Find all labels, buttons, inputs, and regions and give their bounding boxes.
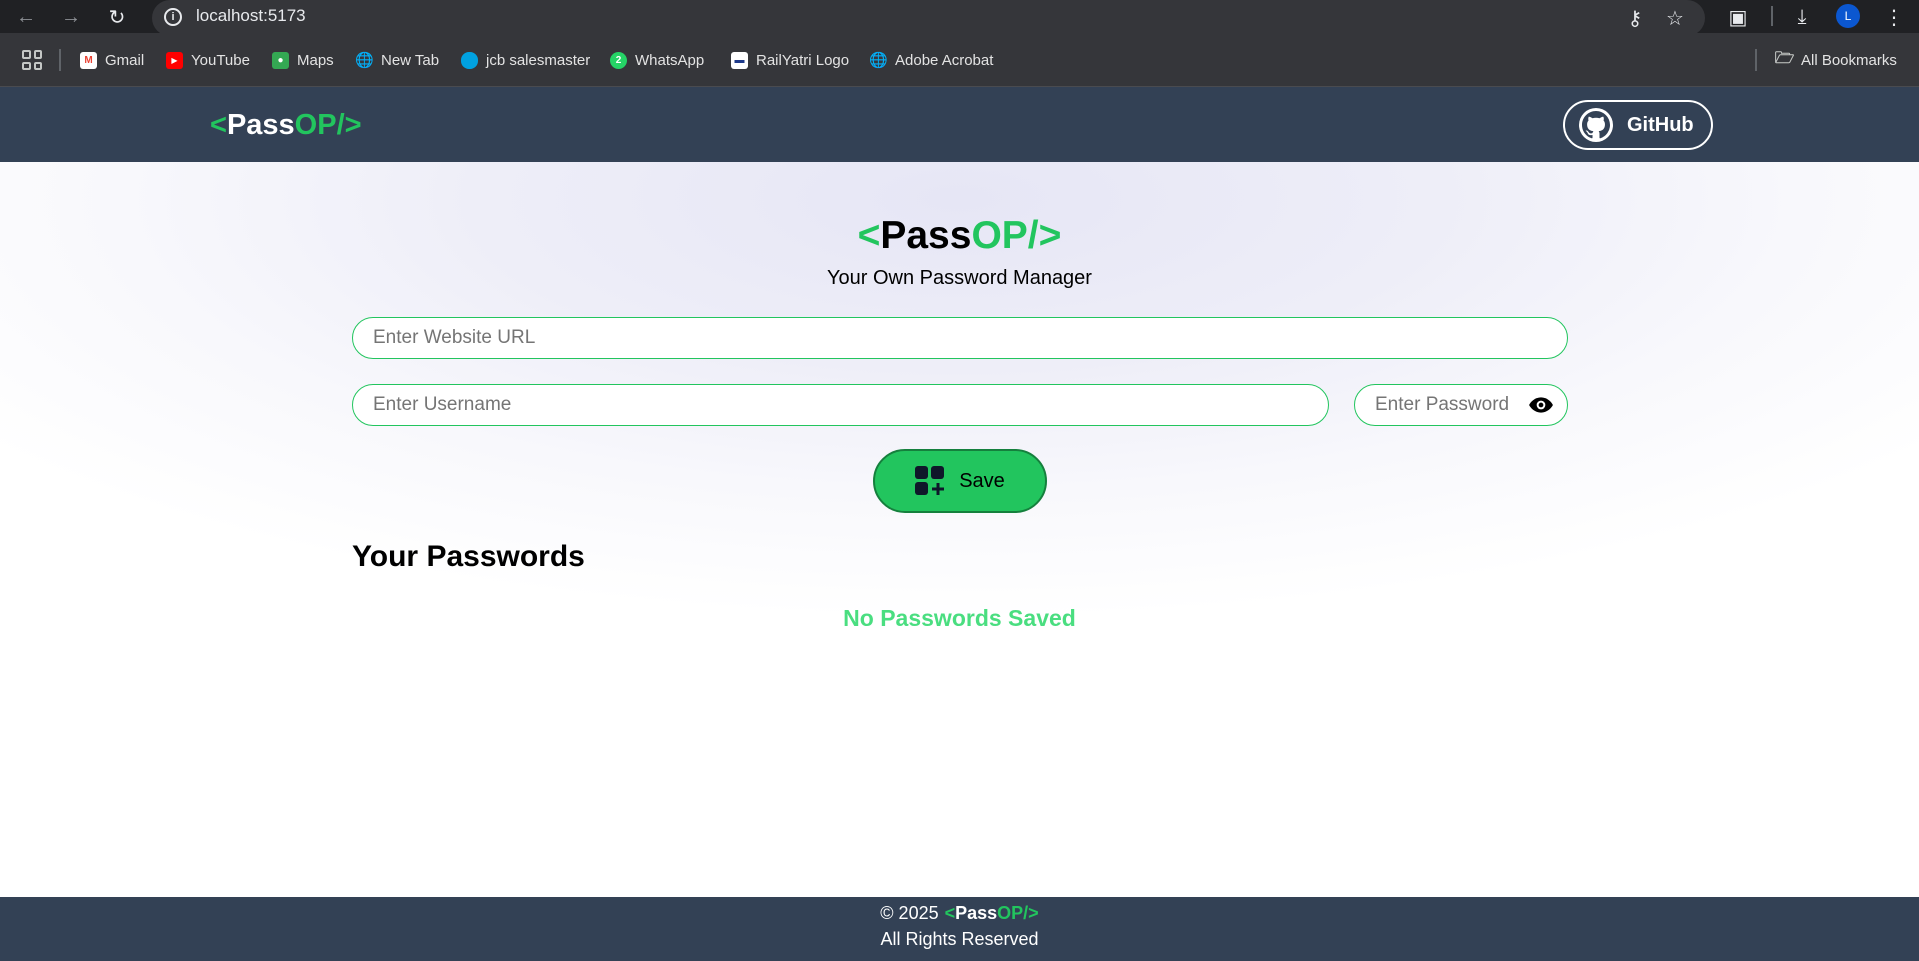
- logo-op: OP/>: [294, 109, 362, 141]
- logo-pass: Pass: [880, 214, 972, 257]
- globe-icon: 🌐: [869, 52, 888, 69]
- all-bookmarks-label: All Bookmarks: [1801, 51, 1897, 69]
- password-key-icon[interactable]: ⚷: [1621, 4, 1649, 32]
- forward-arrow-icon[interactable]: →: [57, 3, 85, 31]
- menu-kebab-icon[interactable]: ⋮: [1880, 3, 1908, 31]
- website-url-input[interactable]: [352, 317, 1568, 359]
- logo-op: OP/>: [997, 903, 1039, 923]
- github-label: GitHub: [1627, 113, 1694, 136]
- extensions-icon[interactable]: ▣: [1724, 3, 1752, 31]
- bookmark-new-tab[interactable]: 🌐 New Tab: [355, 50, 440, 70]
- salesforce-cloud-icon: [461, 51, 478, 69]
- address-bar[interactable]: i localhost:5173 ⚷ ☆: [152, 0, 1705, 36]
- bookmark-label: YouTube: [191, 51, 250, 69]
- save-button[interactable]: Save: [873, 449, 1047, 513]
- logo-bracket: <: [944, 903, 956, 923]
- bookmark-whatsapp[interactable]: 2 WhatsApp: [610, 50, 704, 70]
- logo-bracket: <: [210, 109, 227, 141]
- back-arrow-icon[interactable]: ←: [12, 3, 40, 31]
- bookmark-label: Gmail: [105, 51, 145, 69]
- bookmarks-divider: [59, 49, 61, 71]
- browser-toolbar: ← → ↻ i localhost:5173 ⚷ ☆ ▣ ⤓ L ⋮: [0, 0, 1919, 36]
- footer-logo: <PassOP/>: [945, 903, 1039, 924]
- hero-subtitle: Your Own Password Manager: [827, 267, 1092, 289]
- reload-icon[interactable]: ↻: [103, 3, 131, 31]
- bookmarks-divider: [1755, 49, 1757, 71]
- download-icon[interactable]: ⤓: [1788, 3, 1816, 31]
- bookmark-label: WhatsApp: [635, 51, 705, 69]
- whatsapp-icon: 2: [610, 51, 627, 69]
- toolbar-divider: [1771, 6, 1773, 26]
- globe-icon: 🌐: [355, 52, 374, 69]
- bookmark-label: New Tab: [381, 51, 440, 69]
- footer-copyright: © 2025: [880, 903, 939, 923]
- empty-passwords-message: No Passwords Saved: [843, 605, 1076, 631]
- site-info-icon[interactable]: i: [164, 8, 182, 26]
- bookmark-maps[interactable]: ● Maps: [272, 50, 334, 70]
- app-navbar: <PassOP/> GitHub: [0, 87, 1919, 162]
- bookmark-label: Maps: [297, 51, 334, 69]
- username-input[interactable]: [352, 384, 1329, 426]
- folder-icon: 🗁: [1774, 49, 1795, 67]
- passwords-heading: Your Passwords: [352, 540, 585, 573]
- hero-logo: <PassOP/>: [0, 214, 1919, 258]
- main-content: <PassOP/> Your Own Password Manager Save…: [0, 162, 1919, 897]
- github-button[interactable]: GitHub: [1563, 100, 1713, 150]
- maps-icon: ●: [272, 51, 289, 69]
- bookmark-adobe-acrobat[interactable]: 🌐 Adobe Acrobat: [869, 50, 994, 70]
- profile-avatar[interactable]: L: [1836, 4, 1860, 28]
- logo-pass: Pass: [955, 903, 998, 923]
- bookmark-star-icon[interactable]: ☆: [1661, 4, 1689, 32]
- footer-rights: All Rights Reserved: [880, 929, 1039, 949]
- bookmarks-bar: M Gmail ▶ YouTube ● Maps 🌐 New Tab jcb s…: [0, 33, 1919, 87]
- add-grid-icon: [915, 466, 945, 496]
- bookmark-youtube[interactable]: ▶ YouTube: [166, 50, 250, 70]
- all-bookmarks-folder[interactable]: 🗁 All Bookmarks: [1774, 49, 1897, 70]
- railyatri-icon: ▬: [731, 51, 748, 69]
- apps-grid-icon[interactable]: [22, 50, 42, 70]
- bookmark-label: jcb salesmaster: [486, 51, 591, 69]
- bookmark-railyatri-logo[interactable]: ▬ RailYatri Logo: [731, 50, 849, 70]
- bookmark-label: RailYatri Logo: [756, 51, 850, 69]
- logo-op: OP/>: [971, 214, 1062, 257]
- github-icon: [1579, 108, 1613, 142]
- eye-icon[interactable]: [1528, 395, 1554, 415]
- bookmark-jcb-salesmaster[interactable]: jcb salesmaster: [461, 50, 590, 70]
- address-url[interactable]: localhost:5173: [196, 6, 306, 26]
- bookmark-gmail[interactable]: M Gmail: [80, 50, 144, 70]
- footer: © 2025 <PassOP/> All Rights Reserved: [0, 897, 1919, 961]
- footer-copyright-line: © 2025 <PassOP/>: [0, 903, 1919, 924]
- nav-logo: <PassOP/>: [210, 109, 362, 142]
- save-label: Save: [959, 469, 1005, 492]
- youtube-icon: ▶: [166, 51, 183, 69]
- gmail-icon: M: [80, 51, 97, 69]
- bookmark-label: Adobe Acrobat: [895, 51, 994, 69]
- logo-bracket: <: [857, 214, 881, 257]
- logo-pass: Pass: [226, 109, 295, 141]
